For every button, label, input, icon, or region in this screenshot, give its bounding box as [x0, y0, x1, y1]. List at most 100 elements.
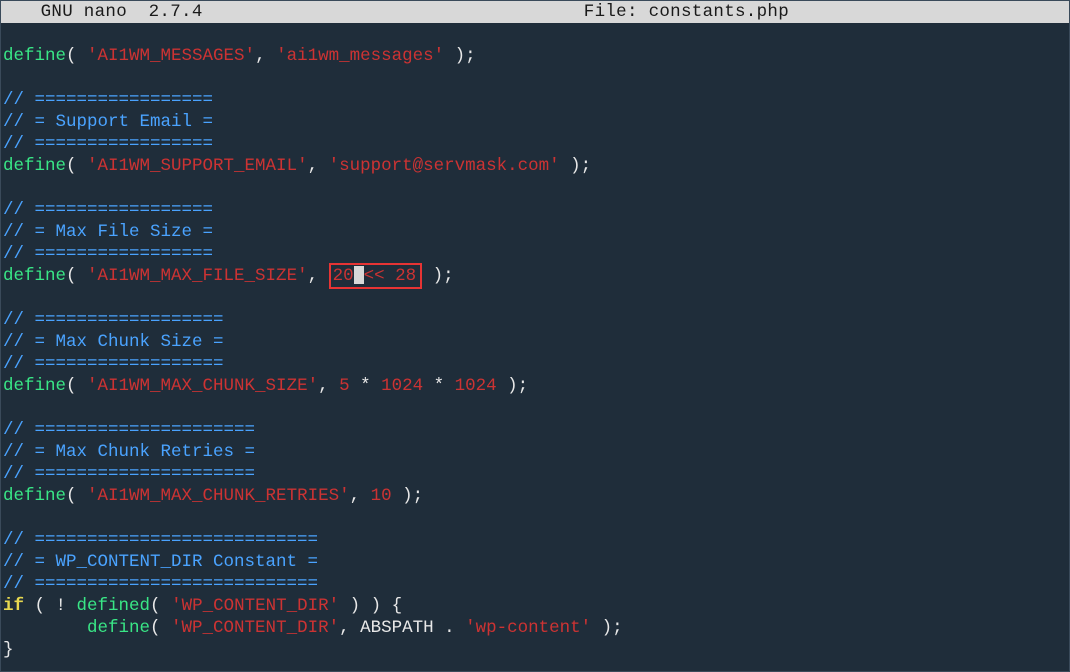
string-literal: 'wp-content' [465, 617, 591, 639]
comment: // ================= [3, 243, 213, 265]
paren: ( [66, 155, 87, 177]
comment: // ================== [3, 353, 224, 375]
blank-line [1, 507, 1069, 529]
comment: // = Max File Size = [3, 221, 213, 243]
number-literal: 10 [371, 485, 392, 507]
number-literal: 1024 [455, 375, 497, 397]
nano-titlebar: GNU nano 2.7.4 File: constants.php [1, 1, 1069, 23]
paren: ( ! [24, 595, 77, 617]
code-line: define ( 'AI1WM_MESSAGES' , 'ai1wm_messa… [1, 45, 1069, 67]
terminal-window: GNU nano 2.7.4 File: constants.php defin… [0, 0, 1070, 672]
function-name: defined [77, 595, 151, 617]
separator: , [308, 155, 329, 177]
string-literal: 'WP_CONTENT_DIR' [171, 595, 339, 617]
comment: // = Max Chunk Retries = [3, 441, 255, 463]
number-literal: << 28 [364, 265, 417, 287]
code-line: } [1, 639, 1069, 661]
keyword: if [3, 595, 24, 617]
operator: * [423, 375, 455, 397]
operator: * [350, 375, 382, 397]
paren: ( [150, 617, 171, 639]
function-name: define [3, 155, 66, 177]
paren: ); [392, 485, 424, 507]
comment: // =========================== [3, 529, 318, 551]
comment-line: // ================== [1, 353, 1069, 375]
paren: ); [560, 155, 592, 177]
comment-line: // ================== [1, 309, 1069, 331]
paren: ); [444, 45, 476, 67]
string-literal: 'WP_CONTENT_DIR' [171, 617, 339, 639]
comment-line: // = Support Email = [1, 111, 1069, 133]
string-literal: 'AI1WM_MAX_CHUNK_SIZE' [87, 375, 318, 397]
comment-line: // ================= [1, 133, 1069, 155]
blank-line [1, 23, 1069, 45]
function-name: define [87, 617, 150, 639]
paren: ); [497, 375, 529, 397]
indent [3, 617, 87, 639]
blank-line [1, 287, 1069, 309]
number-literal: 5 [339, 375, 350, 397]
titlebar-spacer [203, 1, 584, 23]
file-label: File: constants.php [584, 1, 1069, 23]
function-name: define [3, 485, 66, 507]
paren: ( [66, 375, 87, 397]
string-literal: 'AI1WM_SUPPORT_EMAIL' [87, 155, 308, 177]
code-line: define ( 'AI1WM_MAX_CHUNK_SIZE' , 5 * 10… [1, 375, 1069, 397]
comment-line: // = Max Chunk Retries = [1, 441, 1069, 463]
separator: , ABSPATH . [339, 617, 465, 639]
paren: ); [591, 617, 623, 639]
comment: // ===================== [3, 463, 255, 485]
comment: // =========================== [3, 573, 318, 595]
number-literal: 20 [333, 265, 354, 287]
blank-line [1, 67, 1069, 89]
string-literal: 'ai1wm_messages' [276, 45, 444, 67]
code-line: define ( 'AI1WM_MAX_CHUNK_RETRIES' , 10 … [1, 485, 1069, 507]
paren: ( [66, 45, 87, 67]
comment: // = WP_CONTENT_DIR Constant = [3, 551, 318, 573]
comment-line: // ===================== [1, 419, 1069, 441]
code-line-highlighted: define ( 'AI1WM_MAX_FILE_SIZE' , 20 << 2… [1, 265, 1069, 287]
string-literal: 'support@servmask.com' [329, 155, 560, 177]
separator: , [350, 485, 371, 507]
comment-line: // ================= [1, 89, 1069, 111]
comment-line: // ================= [1, 199, 1069, 221]
separator: , [255, 45, 276, 67]
brace: } [3, 639, 14, 661]
comment-line: // ===================== [1, 463, 1069, 485]
comment: // = Max Chunk Size = [3, 331, 224, 353]
comment-line: // ================= [1, 243, 1069, 265]
comment: // ================= [3, 133, 213, 155]
comment-line: // = Max File Size = [1, 221, 1069, 243]
comment: // ================= [3, 199, 213, 221]
string-literal: 'AI1WM_MAX_FILE_SIZE' [87, 265, 308, 287]
comment-line: // = Max Chunk Size = [1, 331, 1069, 353]
comment: // ===================== [3, 419, 255, 441]
paren: ( [66, 265, 87, 287]
comment: // ================== [3, 309, 224, 331]
separator: , [308, 265, 329, 287]
comment: // = Support Email = [3, 111, 213, 133]
code-line: if ( ! defined ( 'WP_CONTENT_DIR' ) ) { [1, 595, 1069, 617]
comment-line: // = WP_CONTENT_DIR Constant = [1, 551, 1069, 573]
paren: ( [66, 485, 87, 507]
function-name: define [3, 45, 66, 67]
app-name: GNU nano 2.7.4 [1, 1, 203, 23]
function-name: define [3, 265, 66, 287]
separator: , [318, 375, 339, 397]
blank-line [1, 177, 1069, 199]
paren: ( [150, 595, 171, 617]
code-line: define ( 'AI1WM_SUPPORT_EMAIL' , 'suppor… [1, 155, 1069, 177]
text-cursor [354, 266, 364, 284]
paren: ) ) { [339, 595, 402, 617]
blank-line [1, 397, 1069, 419]
comment-line: // =========================== [1, 529, 1069, 551]
comment: // ================= [3, 89, 213, 111]
editor-area[interactable]: define ( 'AI1WM_MESSAGES' , 'ai1wm_messa… [1, 23, 1069, 671]
code-line: define ( 'WP_CONTENT_DIR' , ABSPATH . 'w… [1, 617, 1069, 639]
function-name: define [3, 375, 66, 397]
string-literal: 'AI1WM_MAX_CHUNK_RETRIES' [87, 485, 350, 507]
number-literal: 1024 [381, 375, 423, 397]
highlight-box: 20 << 28 [329, 263, 423, 289]
string-literal: 'AI1WM_MESSAGES' [87, 45, 255, 67]
comment-line: // =========================== [1, 573, 1069, 595]
